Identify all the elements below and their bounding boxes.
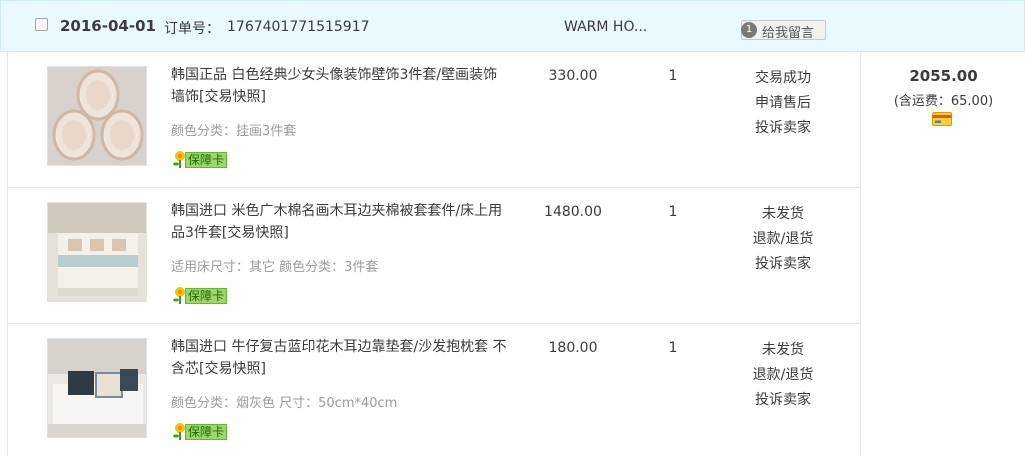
order-checkbox[interactable] (35, 18, 48, 31)
item-status-actions: 交易成功 申请售后 投诉卖家 (728, 66, 838, 141)
after-sale-link[interactable]: 申请售后 (728, 91, 838, 116)
product-price: 1480.00 (544, 204, 602, 220)
order-body: 韩国正品 白色经典少女头像装饰壁饰3件套/壁画装饰墙饰[交易快照] 颜色分类：挂… (7, 52, 1025, 456)
message-count-icon: 1 (741, 22, 757, 38)
refund-return-link[interactable]: 退款/退货 (728, 363, 838, 388)
product-quantity: 1 (668, 340, 678, 356)
product-thumbnail[interactable] (47, 202, 147, 302)
product-title-link[interactable]: 韩国正品 白色经典少女头像装饰壁饰3件套/壁画装饰墙饰[交易快照] (171, 64, 511, 108)
order-header: 2016-04-01 订单号： 1767401771515917 WARM HO… (0, 0, 1025, 52)
refund-return-link[interactable]: 退款/退货 (728, 227, 838, 252)
order-card: 2016-04-01 订单号： 1767401771515917 WARM HO… (0, 0, 1025, 456)
product-quantity: 1 (668, 68, 678, 84)
product-price: 180.00 (548, 340, 598, 356)
complain-seller-link[interactable]: 投诉卖家 (728, 252, 838, 277)
order-date: 2016-04-01 (60, 17, 156, 35)
complain-seller-link[interactable]: 投诉卖家 (728, 388, 838, 413)
item-status-actions: 未发货 退款/退货 投诉卖家 (728, 338, 838, 413)
guarantee-card-label: 保障卡 (185, 288, 228, 304)
order-total-amount: 2055.00 (909, 67, 978, 85)
product-attributes: 颜色分类：烟灰色 尺寸：50cm*40cm (171, 396, 398, 411)
leave-message-label: 给我留言 (762, 26, 815, 41)
shop-name-link[interactable]: WARM HO... (564, 19, 647, 35)
guarantee-card-label: 保障卡 (185, 424, 228, 440)
product-title-link[interactable]: 韩国进口 米色广木棉名画木耳边夹棉被套套件/床上用品3件套[交易快照] (171, 200, 511, 244)
product-price: 330.00 (548, 68, 598, 84)
order-number: 1767401771515917 (227, 19, 370, 35)
product-thumbnail[interactable] (47, 338, 147, 438)
order-item: 韩国进口 米色广木棉名画木耳边夹棉被套套件/床上用品3件套[交易快照] 适用床尺… (8, 188, 861, 324)
leave-message-button[interactable]: 1 给我留言 (741, 20, 826, 41)
product-quantity: 1 (668, 204, 678, 220)
product-thumbnail[interactable] (47, 66, 147, 166)
order-number-label: 订单号： (164, 21, 220, 37)
status-text: 未发货 (762, 342, 804, 358)
guarantee-card-label: 保障卡 (185, 152, 228, 168)
complain-seller-link[interactable]: 投诉卖家 (728, 116, 838, 141)
product-attributes: 颜色分类：挂画3件套 (171, 124, 297, 139)
payment-card-icon[interactable] (932, 112, 952, 126)
status-text: 交易成功 (755, 70, 811, 86)
order-item: 韩国正品 白色经典少女头像装饰壁饰3件套/壁画装饰墙饰[交易快照] 颜色分类：挂… (8, 52, 861, 188)
order-total-column: 2055.00 (含运费：65.00) (861, 52, 1025, 456)
shipping-fee-text: (含运费：65.00) (893, 94, 994, 109)
order-items: 韩国正品 白色经典少女头像装饰壁饰3件套/壁画装饰墙饰[交易快照] 颜色分类：挂… (8, 52, 861, 456)
status-text: 未发货 (762, 206, 804, 222)
product-title-link[interactable]: 韩国进口 牛仔复古蓝印花木耳边靠垫套/沙发抱枕套 不含芯[交易快照] (171, 336, 511, 380)
order-item: 韩国进口 牛仔复古蓝印花木耳边靠垫套/沙发抱枕套 不含芯[交易快照] 颜色分类：… (8, 324, 861, 456)
item-status-actions: 未发货 退款/退货 投诉卖家 (728, 202, 838, 277)
product-attributes: 适用床尺寸：其它 颜色分类：3件套 (171, 260, 379, 275)
